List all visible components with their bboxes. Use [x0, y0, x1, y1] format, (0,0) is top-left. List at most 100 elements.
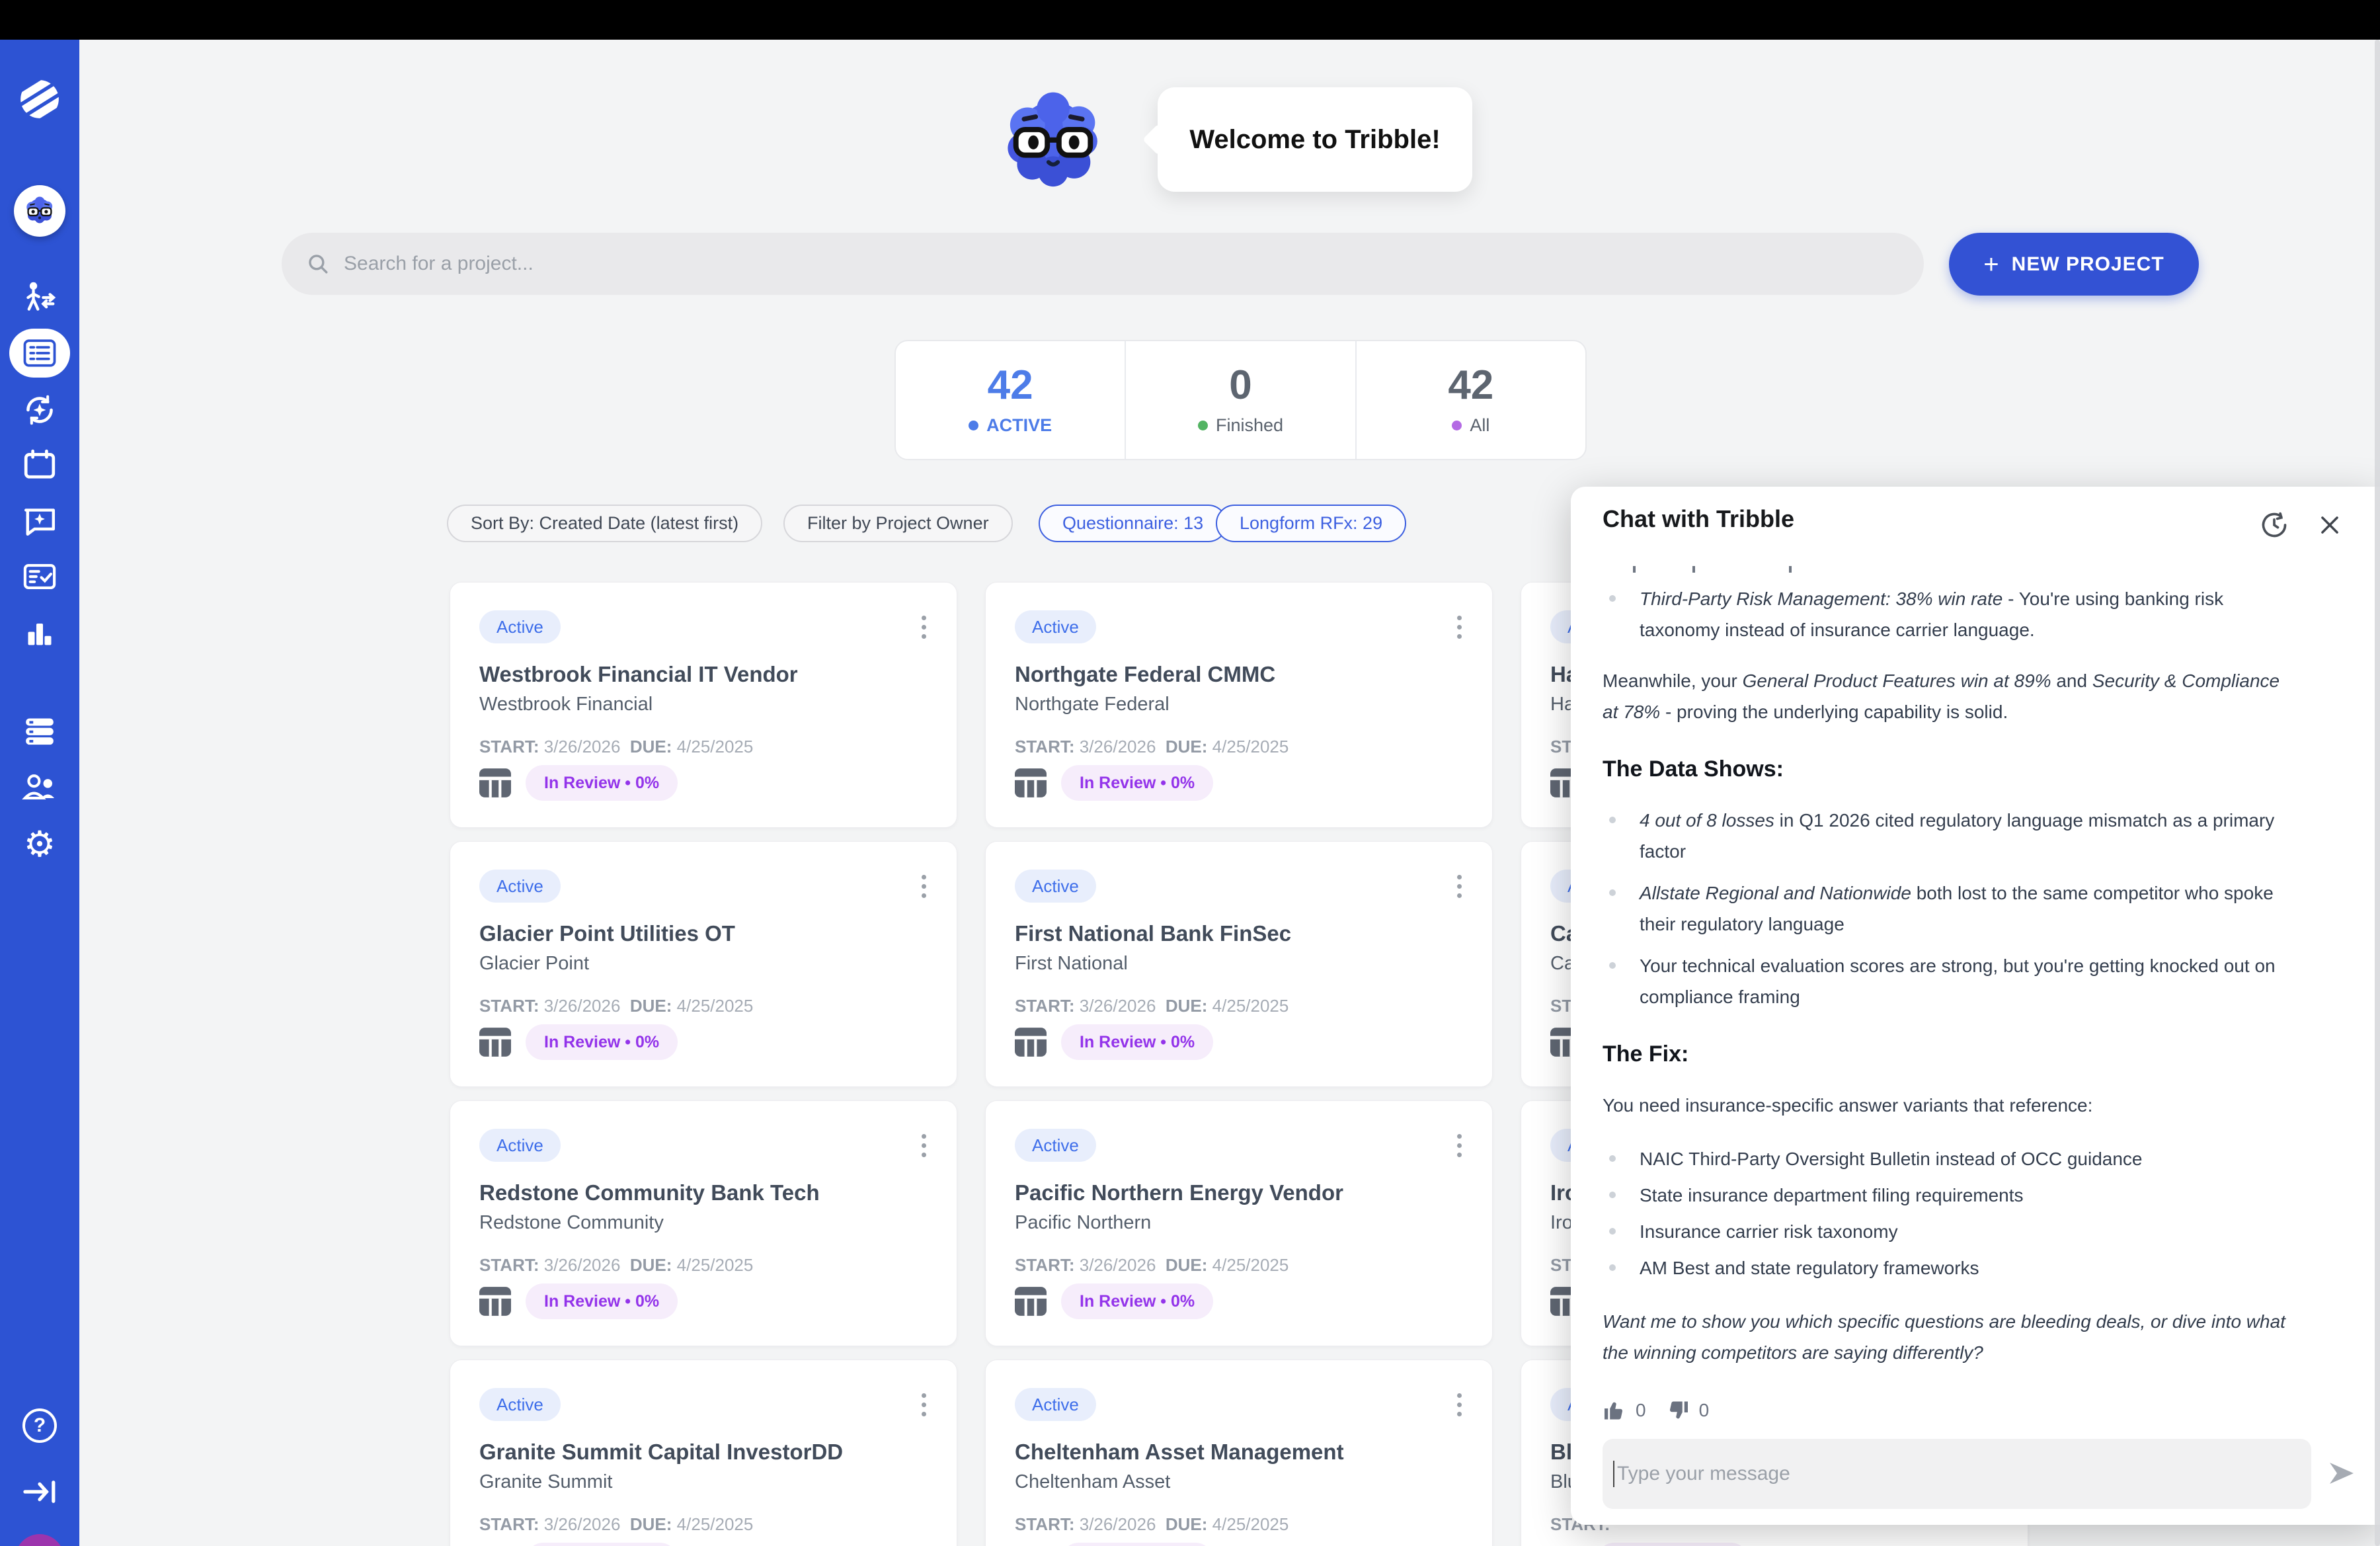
text-cursor: [1613, 1461, 1614, 1487]
active-dot: [969, 421, 978, 430]
user-avatar[interactable]: TK: [15, 1534, 64, 1546]
card-menu-button[interactable]: [918, 1130, 930, 1161]
data-stack-icon[interactable]: [0, 712, 79, 751]
thumbs-down-button[interactable]: 0: [1666, 1395, 1710, 1426]
project-title: Redstone Community Bank Tech: [479, 1180, 937, 1205]
project-company: Pacific Northern: [1015, 1212, 1472, 1234]
thumbs-up-button[interactable]: 0: [1603, 1395, 1646, 1426]
progress-badge: In Review • 0%: [526, 1543, 678, 1546]
project-card[interactable]: Active Northgate Federal CMMC Northgate …: [985, 582, 1493, 828]
card-menu-button[interactable]: [1453, 612, 1466, 643]
tribble-logo-icon[interactable]: [0, 76, 79, 122]
card-menu-button[interactable]: [1453, 1389, 1466, 1420]
welcome-text: Welcome to Tribble!: [1189, 125, 1440, 155]
stat-active-value: 42: [988, 365, 1033, 406]
project-dates: START: 3/26/2026 DUE: 4/25/2025: [1015, 996, 1289, 1016]
owner-filter-chip[interactable]: Filter by Project Owner: [783, 505, 1013, 542]
new-project-button[interactable]: + NEW PROJECT: [1949, 233, 2199, 296]
status-badge: Active: [1015, 610, 1096, 643]
project-dates: START: 3/26/2026 DUE: 4/25/2025: [479, 737, 753, 757]
table-icon: [1015, 768, 1047, 797]
sync-sparkle-icon[interactable]: [0, 390, 79, 430]
new-project-label: NEW PROJECT: [2012, 253, 2164, 276]
status-badge: Active: [479, 1129, 561, 1162]
stat-active-label: ACTIVE: [986, 415, 1052, 436]
project-title: Glacier Point Utilities OT: [479, 921, 937, 946]
stat-finished-label: Finished: [1216, 415, 1283, 436]
progress-badge: In Review • 0%: [1061, 1543, 1213, 1546]
thumbs-up-count: 0: [1636, 1395, 1646, 1426]
status-badge: Active: [479, 610, 561, 643]
chat-message-input[interactable]: Type your message: [1603, 1439, 2311, 1509]
chat-sparkle-icon[interactable]: [0, 501, 79, 540]
card-menu-button[interactable]: [918, 1389, 930, 1420]
owner-chip-label: Filter by Project Owner: [807, 513, 989, 534]
stat-all[interactable]: 42 All: [1355, 341, 1585, 459]
project-card[interactable]: Active Redstone Community Bank Tech Reds…: [450, 1100, 957, 1346]
card-menu-button[interactable]: [1453, 1130, 1466, 1161]
agent-handoff-icon[interactable]: [0, 278, 79, 317]
thumbs-down-count: 0: [1699, 1395, 1710, 1426]
project-card[interactable]: Active Westbrook Financial IT Vendor Wes…: [450, 582, 957, 828]
page-scrollbar[interactable]: [2375, 40, 2380, 1546]
sidebar-item-projects-active[interactable]: [9, 329, 70, 378]
project-title: Pacific Northern Energy Vendor: [1015, 1180, 1472, 1205]
status-badge: Active: [1015, 870, 1096, 903]
search-placeholder: Search for a project...: [344, 253, 534, 275]
send-button[interactable]: [2322, 1453, 2361, 1493]
feedback-row: 0 0: [1603, 1395, 2290, 1426]
project-card[interactable]: Active First National Bank FinSec First …: [985, 841, 1493, 1087]
stat-active[interactable]: 42 ACTIVE: [896, 341, 1125, 459]
project-company: Westbrook Financial: [479, 694, 937, 715]
progress-badge: In Review • 0%: [526, 765, 678, 801]
stat-all-label: All: [1470, 415, 1489, 436]
help-icon[interactable]: ?: [0, 1406, 79, 1445]
status-badge: Active: [479, 870, 561, 903]
card-menu-button[interactable]: [918, 612, 930, 643]
project-company: Redstone Community: [479, 1212, 937, 1234]
progress-badge: In Review • 0%: [526, 1024, 678, 1060]
sidebar: ⚙ ? TK: [0, 40, 79, 1546]
chat-close-button[interactable]: [2314, 509, 2346, 541]
send-icon: [2326, 1457, 2358, 1489]
sort-chip[interactable]: Sort By: Created Date (latest first): [447, 505, 762, 542]
longform-filter-chip[interactable]: Longform RFx: 29: [1216, 505, 1406, 542]
project-card[interactable]: Active Cheltenham Asset Management Chelt…: [985, 1360, 1493, 1546]
chat-input-placeholder: Type your message: [1617, 1463, 1790, 1485]
questionnaire-filter-chip[interactable]: Questionnaire: 13: [1039, 505, 1227, 542]
project-card[interactable]: Active Pacific Northern Energy Vendor Pa…: [985, 1100, 1493, 1346]
project-title: Westbrook Financial IT Vendor: [479, 662, 937, 687]
project-dates: START: 3/26/2026 DUE: 4/25/2025: [1015, 1255, 1289, 1276]
project-dates: START: 3/26/2026 DUE: 4/25/2025: [479, 1255, 753, 1276]
app-window: ⚙ ? TK Welcome to Tribble! Search for a …: [0, 0, 2380, 1546]
bar-chart-icon[interactable]: [0, 614, 79, 653]
card-menu-button[interactable]: [1453, 871, 1466, 902]
close-icon: [2317, 512, 2342, 538]
settings-gear-icon[interactable]: ⚙: [0, 823, 79, 866]
progress-badge: In Review • 0%: [1061, 1024, 1213, 1060]
project-card[interactable]: Active Glacier Point Utilities OT Glacie…: [450, 841, 957, 1087]
status-badge: Active: [479, 1388, 561, 1421]
project-company: First National: [1015, 953, 1472, 975]
project-card[interactable]: Active Granite Summit Capital InvestorDD…: [450, 1360, 957, 1546]
tribble-mascot-avatar[interactable]: [14, 185, 65, 237]
logout-icon[interactable]: [0, 1472, 79, 1512]
people-icon[interactable]: [0, 768, 79, 807]
chat-history-button[interactable]: [2258, 509, 2290, 541]
chat-heading: The Data Shows:: [1603, 754, 2290, 785]
status-badge: Active: [1015, 1129, 1096, 1162]
thumbs-up-icon: [1603, 1399, 1626, 1422]
project-dates: START: 3/26/2026 DUE: 4/25/2025: [479, 1514, 753, 1535]
project-company: Northgate Federal: [1015, 694, 1472, 715]
card-menu-button[interactable]: [918, 871, 930, 902]
stat-finished[interactable]: 0 Finished: [1125, 341, 1355, 459]
project-stats-card: 42 ACTIVE 0 Finished 42 All: [894, 340, 1587, 460]
survey-checklist-icon[interactable]: [0, 557, 79, 596]
project-search-input[interactable]: Search for a project...: [282, 233, 1924, 295]
tribble-mascot-image: [995, 81, 1111, 197]
chat-message: Third-Party Risk Management: 38% win rat…: [1603, 583, 2290, 1426]
sort-chip-label: Sort By: Created Date (latest first): [471, 513, 738, 534]
calendar-icon[interactable]: [0, 445, 79, 485]
welcome-bubble: Welcome to Tribble!: [1158, 87, 1472, 192]
progress-badge: In Review • 0%: [1061, 765, 1213, 801]
